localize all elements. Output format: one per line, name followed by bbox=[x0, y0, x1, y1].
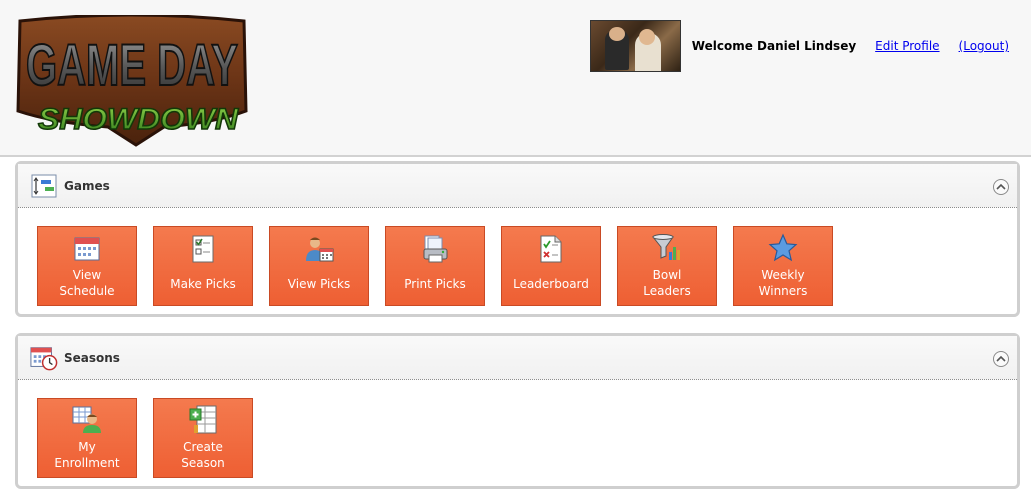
view-picks-tile[interactable]: View Picks bbox=[269, 226, 369, 306]
print-picks-tile[interactable]: Print Picks bbox=[385, 226, 485, 306]
add-table-icon bbox=[187, 405, 219, 435]
leaderboard-tile[interactable]: Leaderboard bbox=[501, 226, 601, 306]
weekly-winners-tile[interactable]: Weekly Winners bbox=[733, 226, 833, 306]
printer-icon bbox=[419, 233, 451, 265]
games-panel: Games View Schedule Make Picks View Pick… bbox=[15, 161, 1020, 317]
tile-label: Print Picks bbox=[404, 277, 466, 291]
seasons-panel-title: Seasons bbox=[64, 350, 120, 365]
create-season-tile[interactable]: Create Season bbox=[153, 398, 253, 478]
funnel-chart-icon bbox=[651, 233, 683, 263]
bowl-leaders-tile[interactable]: Bowl Leaders bbox=[617, 226, 717, 306]
star-icon bbox=[767, 233, 799, 263]
tile-label: View Picks bbox=[287, 277, 351, 291]
calendar-clock-icon bbox=[30, 344, 58, 372]
chevron-up-icon bbox=[996, 183, 1006, 190]
tile-label: Weekly Winners bbox=[758, 268, 808, 298]
document-check-icon bbox=[535, 233, 567, 265]
seasons-tiles: My Enrollment Create Season bbox=[37, 398, 269, 478]
my-enrollment-tile[interactable]: My Enrollment bbox=[37, 398, 137, 478]
avatar[interactable] bbox=[589, 20, 681, 72]
tile-label: Bowl Leaders bbox=[643, 268, 691, 298]
games-panel-header: Games bbox=[18, 164, 1017, 208]
game-day-showdown-logo[interactable]: GAME DAY SHOWDOWN bbox=[14, 15, 250, 147]
seasons-panel-header: Seasons bbox=[18, 336, 1017, 380]
welcome-text: Welcome Daniel Lindsey bbox=[691, 39, 857, 53]
tile-label: Create Season bbox=[181, 440, 225, 470]
make-picks-tile[interactable]: Make Picks bbox=[153, 226, 253, 306]
tile-label: My Enrollment bbox=[54, 440, 120, 470]
tile-label: Leaderboard bbox=[513, 277, 589, 291]
edit-profile-link[interactable]: Edit Profile bbox=[875, 39, 939, 53]
games-tiles: View Schedule Make Picks View Picks Prin… bbox=[37, 226, 849, 306]
logo-line1: GAME DAY bbox=[26, 33, 238, 98]
games-collapse-button[interactable] bbox=[993, 179, 1009, 195]
games-chart-icon bbox=[30, 172, 58, 200]
user-area: Welcome Daniel Lindsey Edit Profile (Log… bbox=[589, 20, 1009, 72]
games-panel-title: Games bbox=[64, 178, 110, 193]
user-grid-icon bbox=[71, 405, 103, 435]
tile-label: View Schedule bbox=[59, 268, 115, 298]
checklist-icon bbox=[187, 233, 219, 265]
chevron-up-icon bbox=[996, 355, 1006, 362]
tile-label: Make Picks bbox=[170, 277, 236, 291]
seasons-panel: Seasons My Enrollment Create Season bbox=[15, 333, 1020, 489]
seasons-collapse-button[interactable] bbox=[993, 351, 1009, 367]
calendar-icon bbox=[71, 233, 103, 263]
view-schedule-tile[interactable]: View Schedule bbox=[37, 226, 137, 306]
user-calendar-icon bbox=[303, 233, 335, 265]
logout-link[interactable]: (Logout) bbox=[959, 39, 1009, 53]
page-header: GAME DAY SHOWDOWN Welcome Daniel Lindsey… bbox=[0, 0, 1031, 157]
logo-line2: SHOWDOWN bbox=[38, 103, 239, 136]
